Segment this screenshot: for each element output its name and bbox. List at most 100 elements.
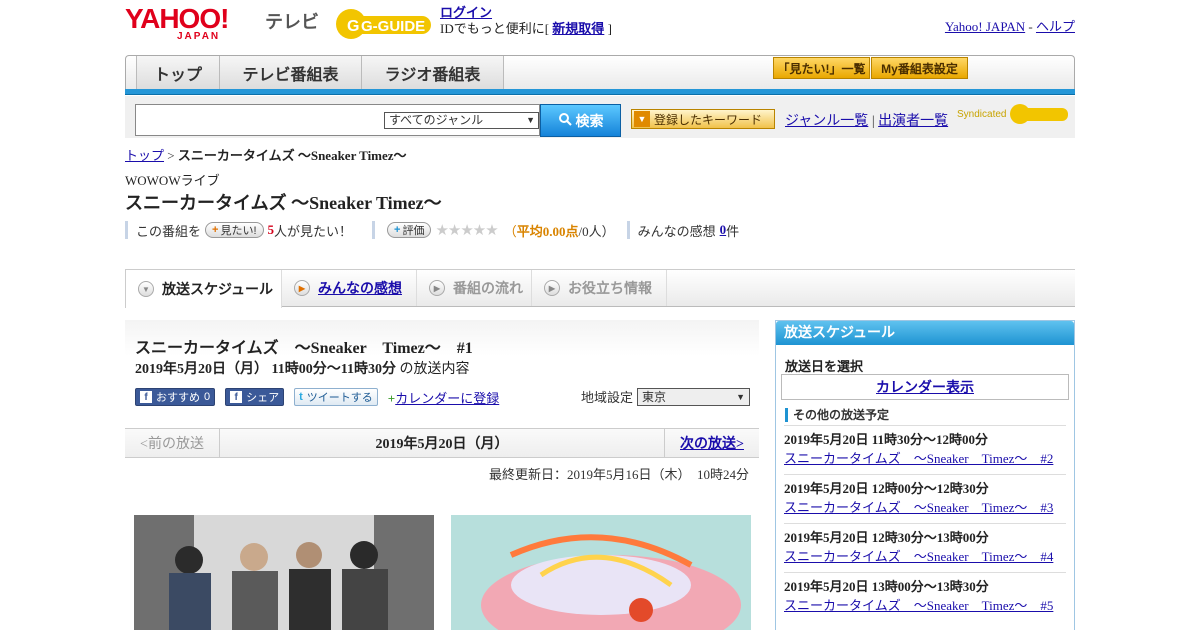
episode-photo-cast	[134, 515, 434, 630]
syndicated-gguide-badge: Syndicated	[957, 102, 1070, 126]
impressions-label: みんなの感想	[637, 223, 716, 239]
rating-people: /0人）	[578, 223, 615, 239]
chevron-down-icon: ▼	[138, 281, 154, 297]
facebook-icon: f	[140, 391, 152, 403]
want-list-button[interactable]: 「見たい!」一覧	[773, 57, 870, 79]
channel-name: WOWOWライブ	[125, 173, 220, 188]
rate-button-label: 評価	[402, 225, 425, 237]
episode-datetime-suffix: の放送内容	[399, 362, 470, 377]
help-link[interactable]: ヘルプ	[1036, 19, 1075, 34]
register-link[interactable]: 新規取得	[552, 21, 604, 36]
schedule-sidebar: 放送スケジュール 放送日を選択 カレンダー表示 その他の放送予定 2019年5月…	[775, 320, 1075, 630]
divider	[125, 221, 128, 239]
breadcrumb-home[interactable]: トップ	[125, 148, 164, 163]
schedule-link[interactable]: スニーカータイムズ ～Sneaker Timez～ #2	[784, 451, 1053, 466]
prev-broadcast: <前の放送	[125, 429, 220, 457]
list-item: 2019年5月20日 13時00分～13時30分 スニーカータイムズ ～Snea…	[784, 572, 1066, 621]
chevron-right-icon: ▶	[294, 280, 310, 296]
select-date-label: 放送日を選択	[785, 359, 864, 374]
heading-bar	[785, 407, 788, 422]
login-prompt: IDでもっと便利に[	[440, 21, 550, 36]
tab-program-flow: ▶ 番組の流れ	[417, 270, 532, 306]
want-prefix: この番組を	[136, 223, 202, 239]
fb-share-label: シェア	[246, 392, 280, 404]
schedule-time: 2019年5月20日 12時30分～13時00分	[784, 530, 989, 545]
region-select[interactable]: 東京	[637, 387, 751, 406]
schedule-time: 2019年5月20日 12時00分～12時30分	[784, 481, 989, 496]
episode-datetime-value: 2019年5月20日（月） 11時00分～11時30分	[135, 362, 396, 377]
search-button-label: 検索	[575, 112, 604, 129]
region-label: 地域設定	[581, 390, 634, 405]
tab-broadcast-schedule[interactable]: ▼ 放送スケジュール	[125, 270, 282, 308]
syndicated-label: Syndicated	[957, 108, 1007, 120]
login-box: ログイン IDでもっと便利に[ 新規取得 ]	[440, 5, 612, 37]
tweet-label: ツイートする	[306, 392, 373, 404]
registered-keyword-button[interactable]: ▼ 登録したキーワード	[631, 109, 775, 129]
plus-icon: +	[394, 224, 401, 236]
performer-list-link[interactable]: 出演者一覧	[878, 114, 948, 129]
nav-tab-radio-schedule[interactable]: ラジオ番組表	[362, 56, 504, 90]
divider	[372, 221, 376, 239]
other-schedules-list: 2019年5月20日 11時30分～12時00分 スニーカータイムズ ～Snea…	[784, 425, 1066, 621]
rating-stars-icon: ★★★★★	[435, 222, 498, 239]
facebook-recommend-button[interactable]: f おすすめ 0	[135, 388, 216, 406]
nav-underline	[125, 89, 1075, 95]
episode-title: スニーカータイムズ ～Sneaker Timez～ #1	[135, 340, 473, 357]
sidebar-title: 放送スケジュール	[776, 321, 1074, 345]
genre-select[interactable]: すべてのジャンル	[384, 112, 539, 129]
list-item: 2019年5月20日 12時00分～12時30分 スニーカータイムズ ～Snea…	[784, 474, 1066, 523]
schedule-link[interactable]: スニーカータイムズ ～Sneaker Timez～ #3	[784, 500, 1053, 515]
facebook-icon: f	[230, 391, 243, 403]
tab-label: お役立ち情報	[568, 280, 652, 296]
search-icon	[558, 112, 572, 129]
register-close: ]	[607, 21, 612, 36]
twitter-bird-icon: t	[299, 391, 303, 403]
nav-tab-tv-schedule[interactable]: テレビ番組表	[220, 56, 362, 90]
tab-impressions[interactable]: ▶ みんなの感想	[282, 270, 417, 306]
program-subtabs: ▼ 放送スケジュール ▶ みんなの感想 ▶ 番組の流れ ▶ お役立ち情報	[125, 269, 1075, 308]
chevron-right-icon: ▶	[429, 280, 445, 296]
episode-datetime: 2019年5月20日（月） 11時00分～11時30分 の放送内容	[135, 358, 469, 378]
gguide-logo[interactable]: G-GUIDE G	[333, 6, 433, 42]
next-broadcast-link[interactable]: 次の放送>	[664, 429, 759, 457]
calendar-register-link[interactable]: カレンダーに登録	[395, 391, 499, 406]
tweet-button[interactable]: t ツイートする	[294, 388, 378, 406]
want-button[interactable]: + 見たい!	[205, 222, 264, 238]
svg-text:G: G	[347, 18, 359, 35]
registered-keyword-label: 登録したキーワード	[654, 112, 763, 127]
schedule-link[interactable]: スニーカータイムズ ～Sneaker Timez～ #4	[784, 549, 1053, 564]
tab-label: みんなの感想	[318, 280, 402, 296]
tab-useful-info: ▶ お役立ち情報	[532, 270, 667, 306]
gguide-logo-text: G-GUIDE	[361, 18, 425, 35]
nav-tab-top[interactable]: トップ	[136, 56, 220, 90]
fb-recommend-count: 0	[204, 391, 211, 403]
search-button[interactable]: 検索	[540, 104, 621, 137]
fb-recommend-label: おすすめ	[156, 392, 200, 404]
header-dash: -	[1028, 19, 1033, 34]
calendar-display-button[interactable]: カレンダー表示	[781, 374, 1069, 400]
list-item: 2019年5月20日 11時30分～12時00分 スニーカータイムズ ～Snea…	[784, 425, 1066, 474]
header-links: Yahoo! JAPAN - ヘルプ	[945, 16, 1075, 35]
calendar-register[interactable]: +カレンダーに登録	[388, 388, 499, 407]
login-link[interactable]: ログイン	[440, 5, 492, 20]
impressions-unit: 件	[726, 223, 740, 239]
current-broadcast-date: 2019年5月20日（月）	[375, 437, 509, 452]
my-schedule-button[interactable]: My番組表設定	[871, 57, 968, 79]
schedule-time: 2019年5月20日 13時00分～13時30分	[784, 579, 989, 594]
rate-button[interactable]: + 評価	[387, 222, 432, 238]
tv-label: テレビ	[265, 12, 319, 32]
other-schedules-heading: その他の放送予定	[785, 406, 889, 423]
region-setting: 地域設定 東京	[581, 387, 751, 406]
facebook-share-button[interactable]: f シェア	[225, 388, 285, 406]
program-stats: この番組を + 見たい! 5 人が見たい！ + 評価 ★★★★★ （ 平均0.0…	[125, 220, 739, 240]
plus-icon: +	[212, 224, 219, 236]
yahoo-japan-link[interactable]: Yahoo! JAPAN	[945, 19, 1025, 34]
yahoo-japan-logo[interactable]: YAHOO! JAPAN	[125, 5, 229, 42]
broadcast-pager: <前の放送 2019年5月20日（月） 次の放送>	[125, 428, 759, 458]
tab-label: 番組の流れ	[453, 280, 523, 296]
want-button-label: 見たい!	[220, 225, 257, 237]
gguide-small-logo-icon	[1010, 104, 1069, 124]
genre-list-link[interactable]: ジャンル一覧	[785, 114, 868, 129]
divider	[626, 221, 630, 239]
schedule-link[interactable]: スニーカータイムズ ～Sneaker Timez～ #5	[784, 598, 1053, 613]
